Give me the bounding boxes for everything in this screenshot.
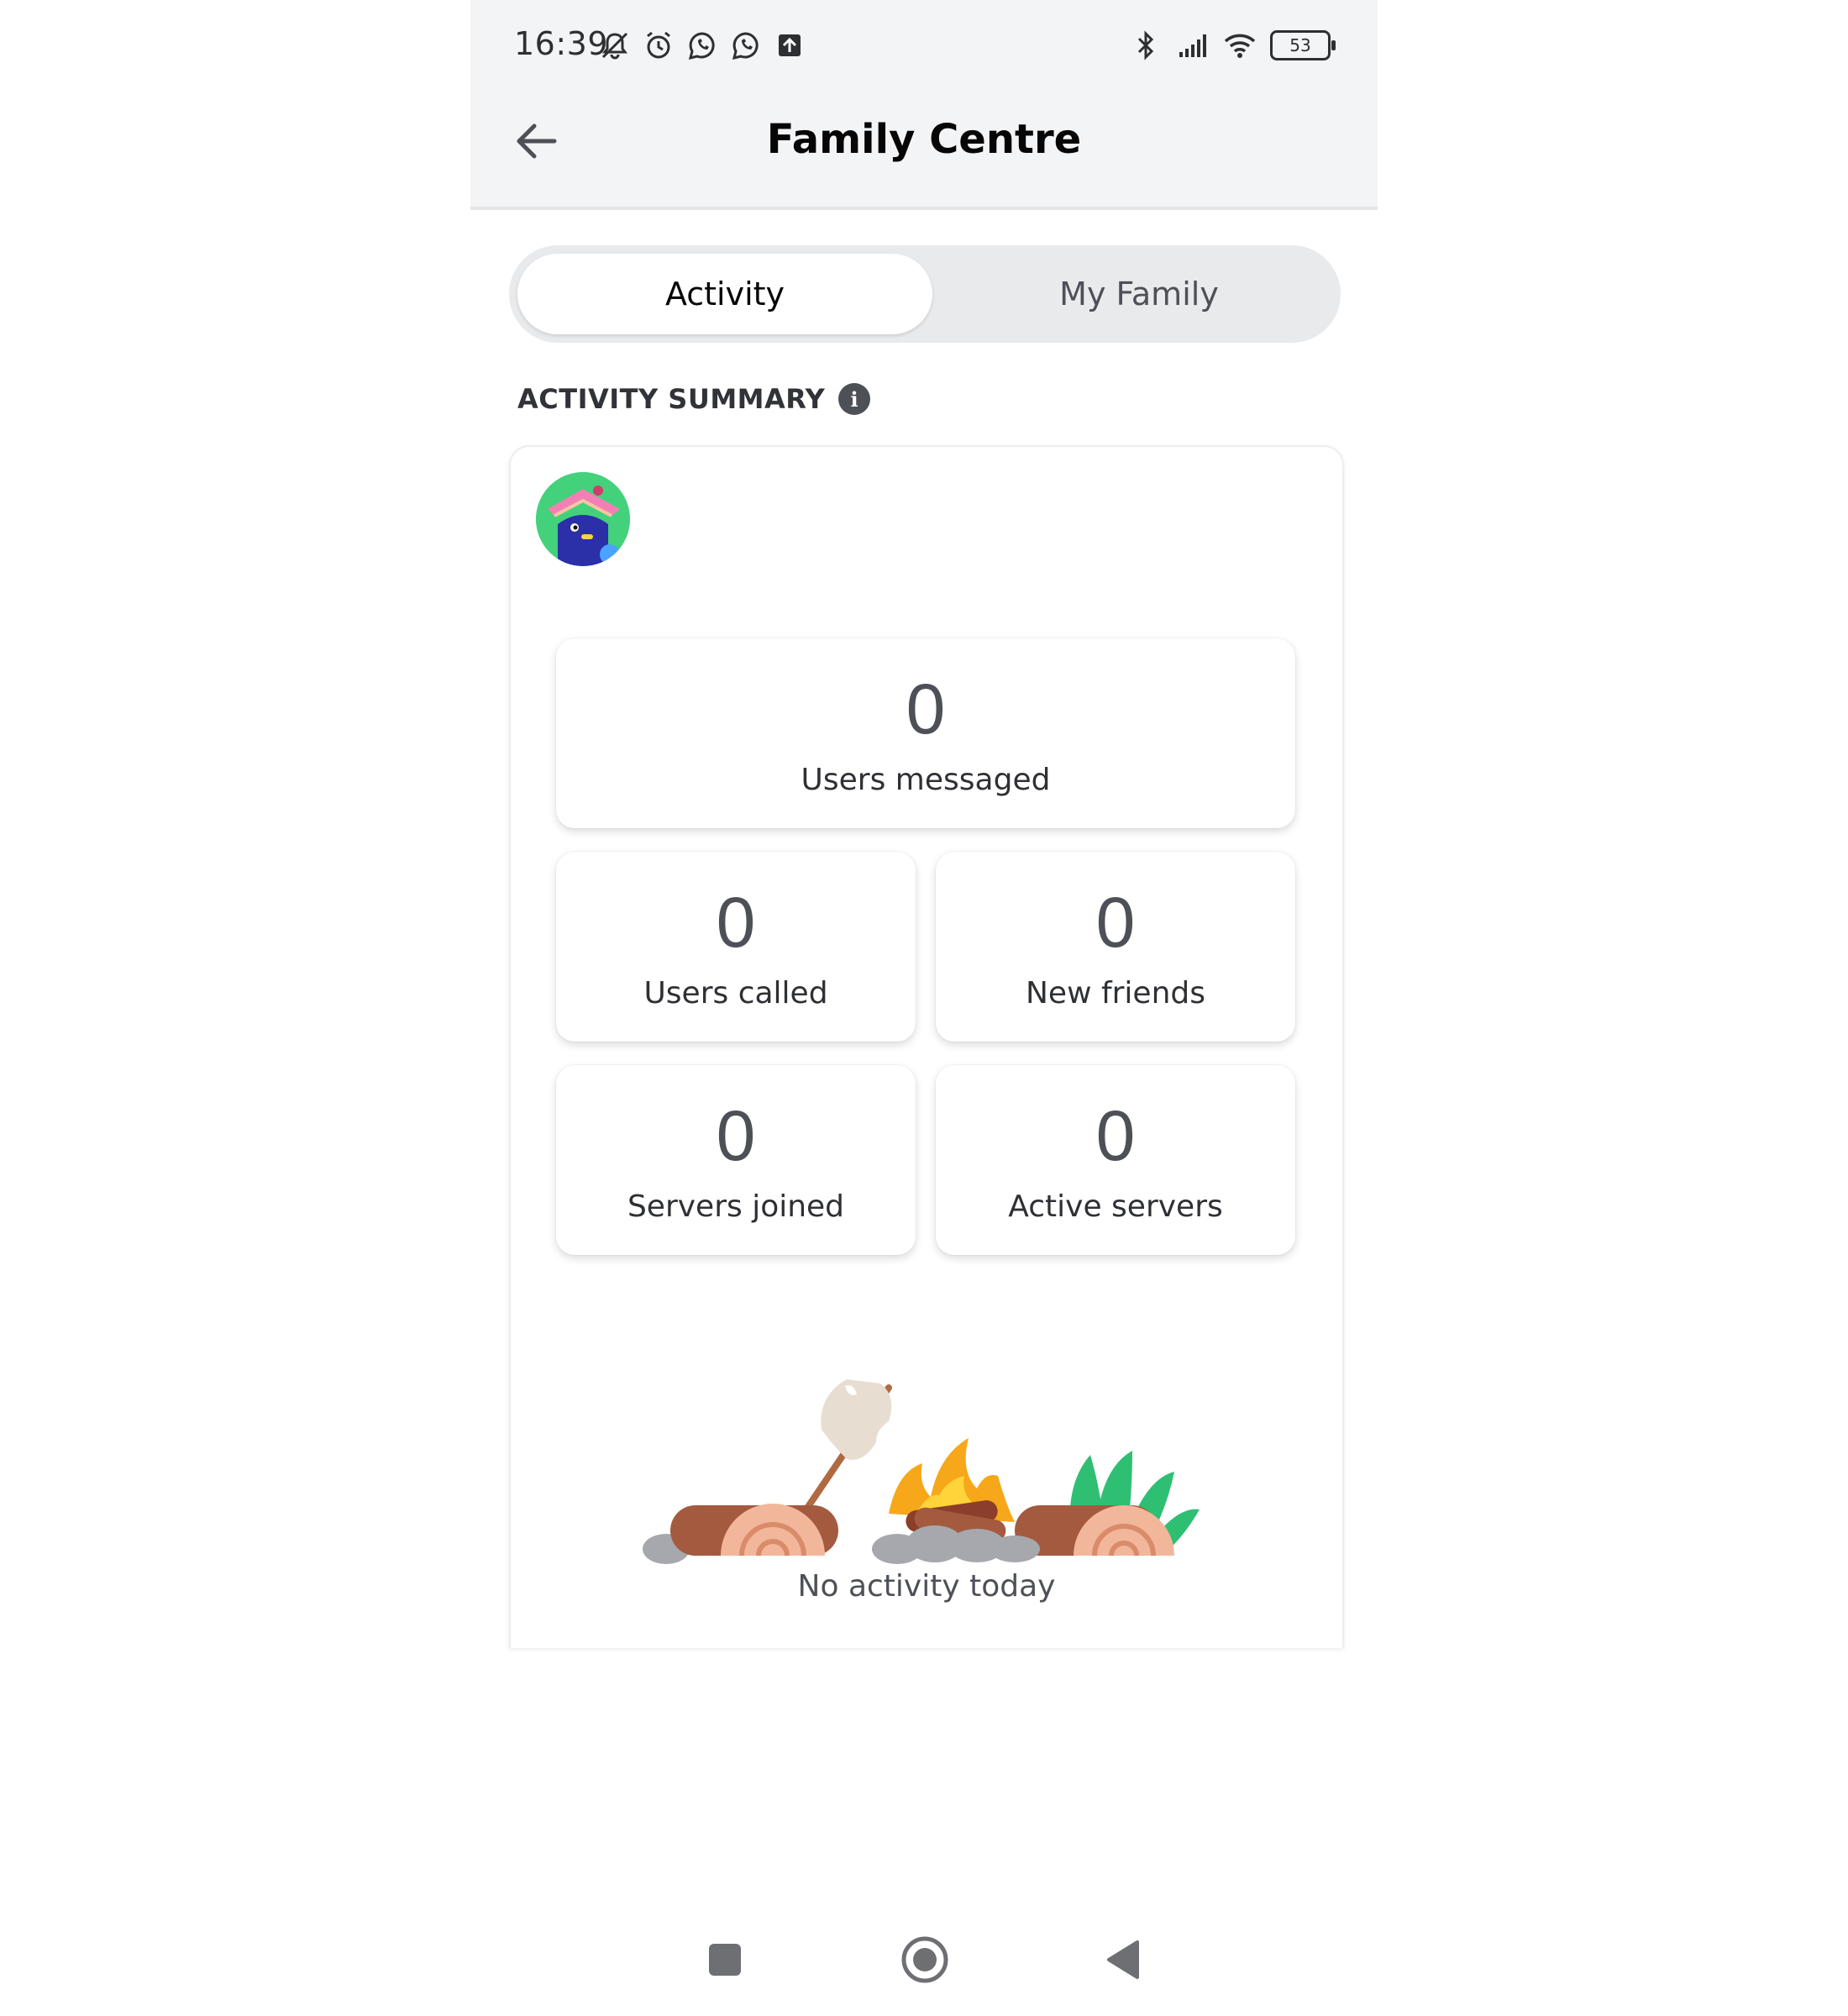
tab-my-family[interactable]: My Family: [946, 254, 1332, 334]
section-title: ACTIVITY SUMMARY: [517, 383, 826, 415]
system-status-icons: 53: [1129, 27, 1336, 64]
notification-icons: [598, 27, 806, 64]
stat-value: 0: [716, 1096, 756, 1175]
stat-label: Servers joined: [627, 1189, 845, 1224]
bluetooth-icon: [1129, 29, 1163, 62]
avatar[interactable]: [536, 472, 630, 566]
empty-state-text: No activity today: [797, 1569, 1056, 1604]
recent-apps-button[interactable]: [687, 1924, 763, 1999]
stat-value: 0: [716, 883, 756, 962]
whatsapp-icon: [685, 29, 719, 62]
info-icon[interactable]: i: [838, 383, 871, 415]
phone-screen: 16:39 53 Family Centre Activity My Famil…: [470, 0, 1378, 2016]
stat-label: Active servers: [1008, 1189, 1223, 1224]
stat-active-servers: 0 Active servers: [936, 1065, 1295, 1255]
activity-summary-card: 0 Users messaged 0 Users called 0 New fr…: [509, 445, 1344, 1648]
upload-icon: [773, 29, 806, 62]
page-title: Family Centre: [766, 116, 1082, 163]
mute-bell-icon: [598, 29, 632, 62]
stat-value: 0: [1095, 1096, 1136, 1175]
alarm-icon: [642, 29, 675, 62]
recent-apps-icon: [706, 1940, 744, 1982]
system-nav-bar: [470, 1907, 1378, 2016]
stat-users-messaged: 0 Users messaged: [556, 638, 1295, 828]
stat-label: New friends: [1025, 976, 1205, 1011]
activity-summary-header: ACTIVITY SUMMARY i: [517, 383, 871, 415]
home-icon: [900, 1935, 950, 1988]
stat-label: Users called: [643, 976, 828, 1011]
campfire-illustration: [637, 1337, 1225, 1589]
status-bar: 16:39 53: [470, 0, 1378, 92]
signal-icon: [1176, 29, 1210, 62]
segmented-tabs: Activity My Family: [509, 245, 1341, 343]
wifi-icon: [1223, 29, 1257, 62]
top-app-bar: 16:39 53 Family Centre: [470, 0, 1378, 210]
stat-users-called: 0 Users called: [556, 852, 916, 1042]
status-time: 16:39: [514, 25, 609, 62]
stat-value: 0: [1095, 883, 1136, 962]
battery-icon: 53: [1270, 30, 1336, 60]
back-triangle-icon: [1104, 1939, 1142, 1984]
tab-activity[interactable]: Activity: [517, 254, 932, 334]
home-button[interactable]: [887, 1924, 963, 1999]
stat-value: 0: [906, 669, 946, 748]
stat-servers-joined: 0 Servers joined: [556, 1065, 916, 1255]
whatsapp-icon: [729, 29, 763, 62]
stat-label: Users messaged: [801, 763, 1051, 797]
nav-back-button[interactable]: [1085, 1924, 1161, 1999]
stat-new-friends: 0 New friends: [936, 852, 1295, 1042]
